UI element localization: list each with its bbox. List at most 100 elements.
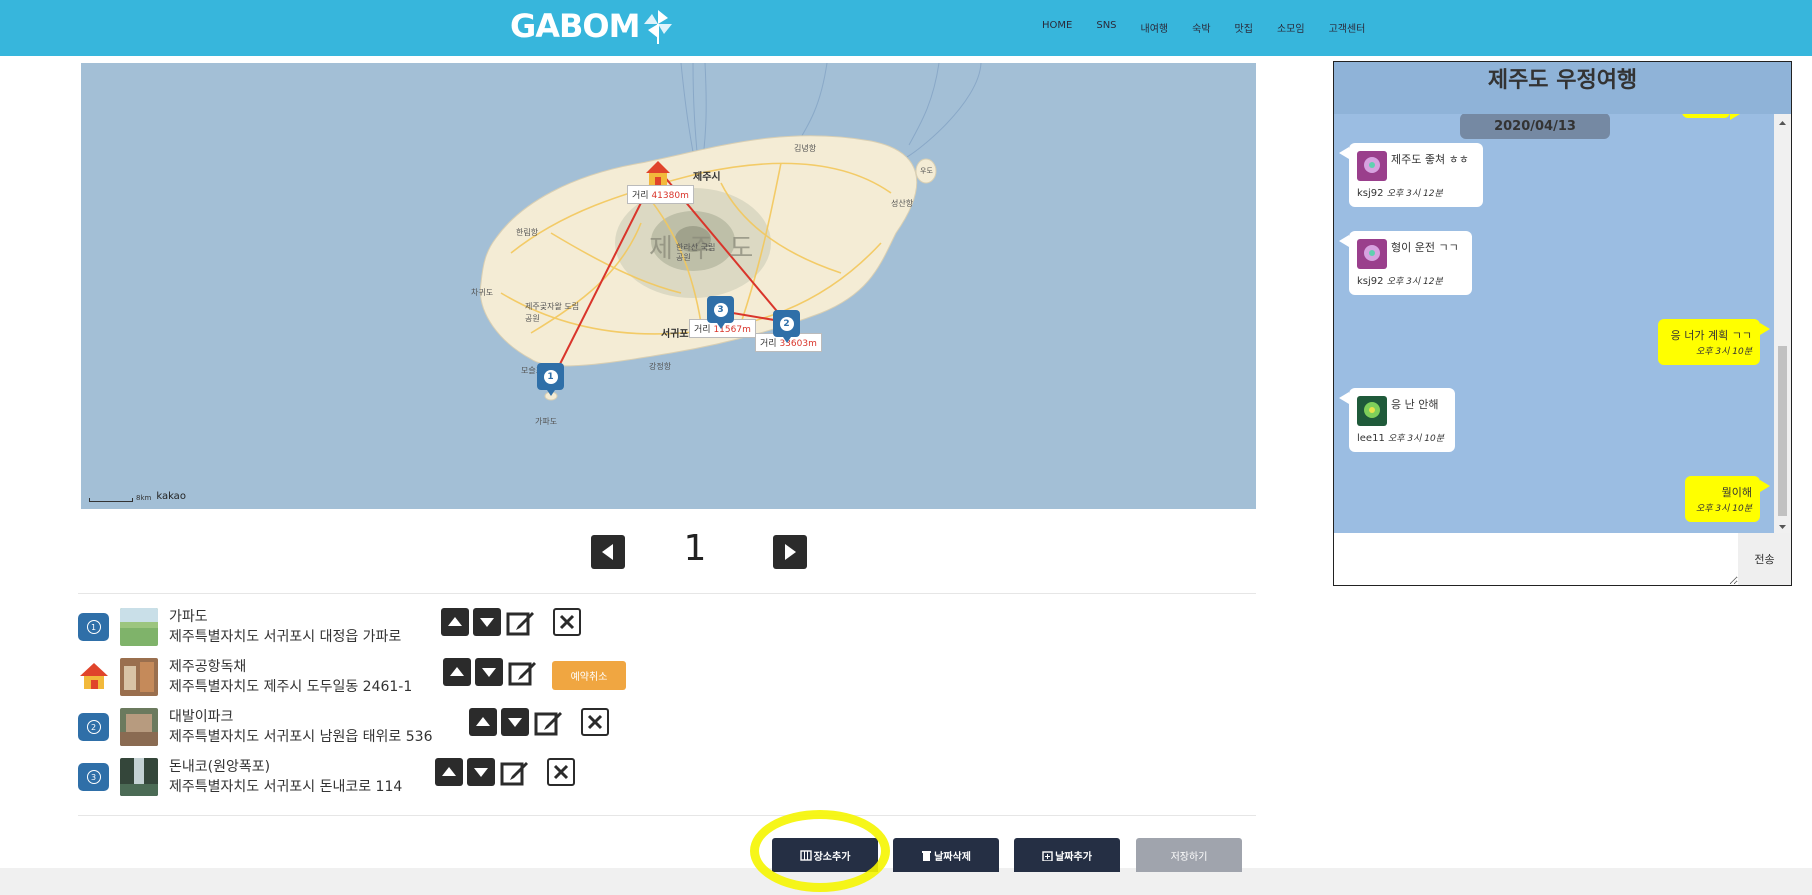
place-name[interactable]: 돈내코(원앙폭포) xyxy=(169,756,270,776)
edit-button[interactable] xyxy=(506,608,534,636)
map-label-udo: 우도 xyxy=(920,167,933,175)
map-attribution: kakao xyxy=(156,491,186,502)
avatar xyxy=(1357,239,1387,269)
add-day-button[interactable]: 날짜추가 xyxy=(1014,838,1120,872)
map-scale: 8km kakao xyxy=(89,491,186,502)
caret-up-icon xyxy=(448,617,462,626)
nav-lodging[interactable]: 숙박 xyxy=(1192,20,1210,35)
place-thumbnail xyxy=(120,758,158,796)
place-name[interactable]: 대발이파크 xyxy=(169,706,233,726)
map-label-jeju-city: 제주시 xyxy=(693,172,721,183)
prev-day-button[interactable] xyxy=(591,535,625,569)
delete-day-button[interactable]: 날짜삭제 xyxy=(893,838,999,872)
close-icon xyxy=(553,764,569,780)
place-thumbnail xyxy=(120,708,158,746)
place-address: 제주특별자치도 서귀포시 남원읍 태위로 536 xyxy=(169,729,433,745)
map-label-gotjawal: 제주곶자왈 도립공원 xyxy=(525,302,580,323)
map-label-seongsan: 성산항 xyxy=(891,199,914,208)
nav-home[interactable]: HOME xyxy=(1042,20,1072,35)
move-down-button[interactable] xyxy=(475,658,503,686)
map-label-hallim: 한림항 xyxy=(516,228,539,237)
chat-panel: 제주도 우정여행 2020/04/13 제주도 좋쳐 ㅎㅎ ksj92 오후 3… xyxy=(1333,61,1792,586)
chat-scrollbar[interactable] xyxy=(1774,114,1791,533)
send-button[interactable]: 전송 xyxy=(1738,533,1791,585)
map-icon xyxy=(799,849,812,861)
edit-icon xyxy=(508,662,536,686)
scale-label: 8km xyxy=(136,494,152,502)
map-label-chagwido: 차귀도 xyxy=(471,288,494,297)
map-canvas xyxy=(479,63,982,401)
caret-down-icon xyxy=(482,668,496,677)
nav-customer-center[interactable]: 고객센터 xyxy=(1329,20,1366,35)
main-nav: HOME SNS 내여행 숙박 맛집 소모임 고객센터 xyxy=(1042,20,1389,35)
edit-icon xyxy=(500,762,528,786)
day-number: 1 xyxy=(683,528,707,569)
edit-icon xyxy=(506,612,534,636)
close-icon xyxy=(587,714,603,730)
scroll-thumb[interactable] xyxy=(1778,346,1787,516)
chat-messages[interactable]: 2020/04/13 제주도 좋쳐 ㅎㅎ ksj92 오후 3시 12분 형이 … xyxy=(1334,114,1774,533)
bottom-strip xyxy=(0,868,1812,895)
caret-up-icon xyxy=(450,667,464,676)
top-navbar: GABOM HOME SNS 내여행 숙박 맛집 소모임 고객센터 xyxy=(0,0,1812,56)
edit-button[interactable] xyxy=(534,708,562,736)
map-pin-2[interactable]: 2 xyxy=(773,310,800,343)
close-icon xyxy=(559,614,575,630)
delete-place-button[interactable] xyxy=(581,708,609,736)
divider xyxy=(78,815,1256,816)
caret-down-icon xyxy=(508,718,522,727)
move-up-button[interactable] xyxy=(435,758,463,786)
delete-place-button[interactable] xyxy=(547,758,575,786)
chat-message: 형이 운전 ㄱㄱ ksj92 오후 3시 12분 xyxy=(1339,231,1472,295)
caret-up-icon xyxy=(476,717,490,726)
place-name[interactable]: 가파도 xyxy=(169,606,208,626)
nav-my-trip[interactable]: 내여행 xyxy=(1141,20,1169,35)
place-item: 제주공항독채 제주특별자치도 제주시 도두일동 2461-1 예약취소 xyxy=(78,656,638,700)
place-thumbnail xyxy=(120,608,158,646)
chat-message-mine: 응 너가 계획 ㄱㄱ 오후 3시 10분 xyxy=(1658,319,1770,365)
chat-input[interactable] xyxy=(1334,533,1738,585)
map-label-gimnyeong: 김녕항 xyxy=(794,144,817,153)
move-up-button[interactable] xyxy=(443,658,471,686)
nav-restaurants[interactable]: 맛집 xyxy=(1235,20,1253,35)
caret-up-icon xyxy=(442,767,456,776)
pinwheel-icon xyxy=(644,10,673,44)
edit-button[interactable] xyxy=(508,658,536,686)
avatar xyxy=(1357,396,1387,426)
chat-message: 응 난 안해 lee11 오후 3시 10분 xyxy=(1339,388,1455,452)
date-separator: 2020/04/13 xyxy=(1460,114,1610,139)
edit-button[interactable] xyxy=(500,758,528,786)
reservation-cancel-button[interactable]: 예약취소 xyxy=(552,661,626,690)
logo[interactable]: GABOM xyxy=(510,4,674,48)
place-order-badge: 3 xyxy=(78,763,109,791)
delete-place-button[interactable] xyxy=(553,608,581,636)
move-down-button[interactable] xyxy=(501,708,529,736)
divider xyxy=(78,593,1256,594)
triangle-right-icon xyxy=(785,544,796,560)
nav-groups[interactable]: 소모임 xyxy=(1277,20,1305,35)
chat-title: 제주도 우정여행 xyxy=(1487,68,1638,93)
house-icon xyxy=(80,663,108,689)
nav-sns[interactable]: SNS xyxy=(1096,20,1116,35)
chat-header: 제주도 우정여행 xyxy=(1334,62,1791,114)
place-name[interactable]: 제주공항독채 xyxy=(169,656,246,676)
map-pin-3[interactable]: 3 xyxy=(707,296,734,329)
route-map[interactable]: 제주시 서귀포 제 주 도 한라산 국립공원 김녕항 성산항 우도 한림항 제주… xyxy=(81,63,1256,509)
move-down-button[interactable] xyxy=(473,608,501,636)
add-place-button[interactable]: 장소추가 xyxy=(772,838,878,872)
triangle-left-icon xyxy=(602,544,613,560)
place-address: 제주특별자치도 서귀포시 대정읍 가파로 xyxy=(169,629,402,645)
place-thumbnail xyxy=(120,658,158,696)
place-item: 2 대발이파크 제주특별자치도 서귀포시 남원읍 태위로 536 xyxy=(78,706,618,750)
move-down-button[interactable] xyxy=(467,758,495,786)
next-day-button[interactable] xyxy=(773,535,807,569)
move-up-button[interactable] xyxy=(469,708,497,736)
map-label-gangjeong: 강정항 xyxy=(649,362,672,371)
map-pin-1[interactable]: 1 xyxy=(537,363,564,396)
edit-icon xyxy=(534,712,562,736)
move-up-button[interactable] xyxy=(441,608,469,636)
save-button[interactable]: 저장하기 xyxy=(1136,838,1242,872)
calendar-plus-icon xyxy=(1042,850,1053,861)
place-address: 제주특별자치도 제주시 도두일동 2461-1 xyxy=(169,679,413,695)
place-address: 제주특별자치도 서귀포시 돈내코로 114 xyxy=(169,779,403,795)
